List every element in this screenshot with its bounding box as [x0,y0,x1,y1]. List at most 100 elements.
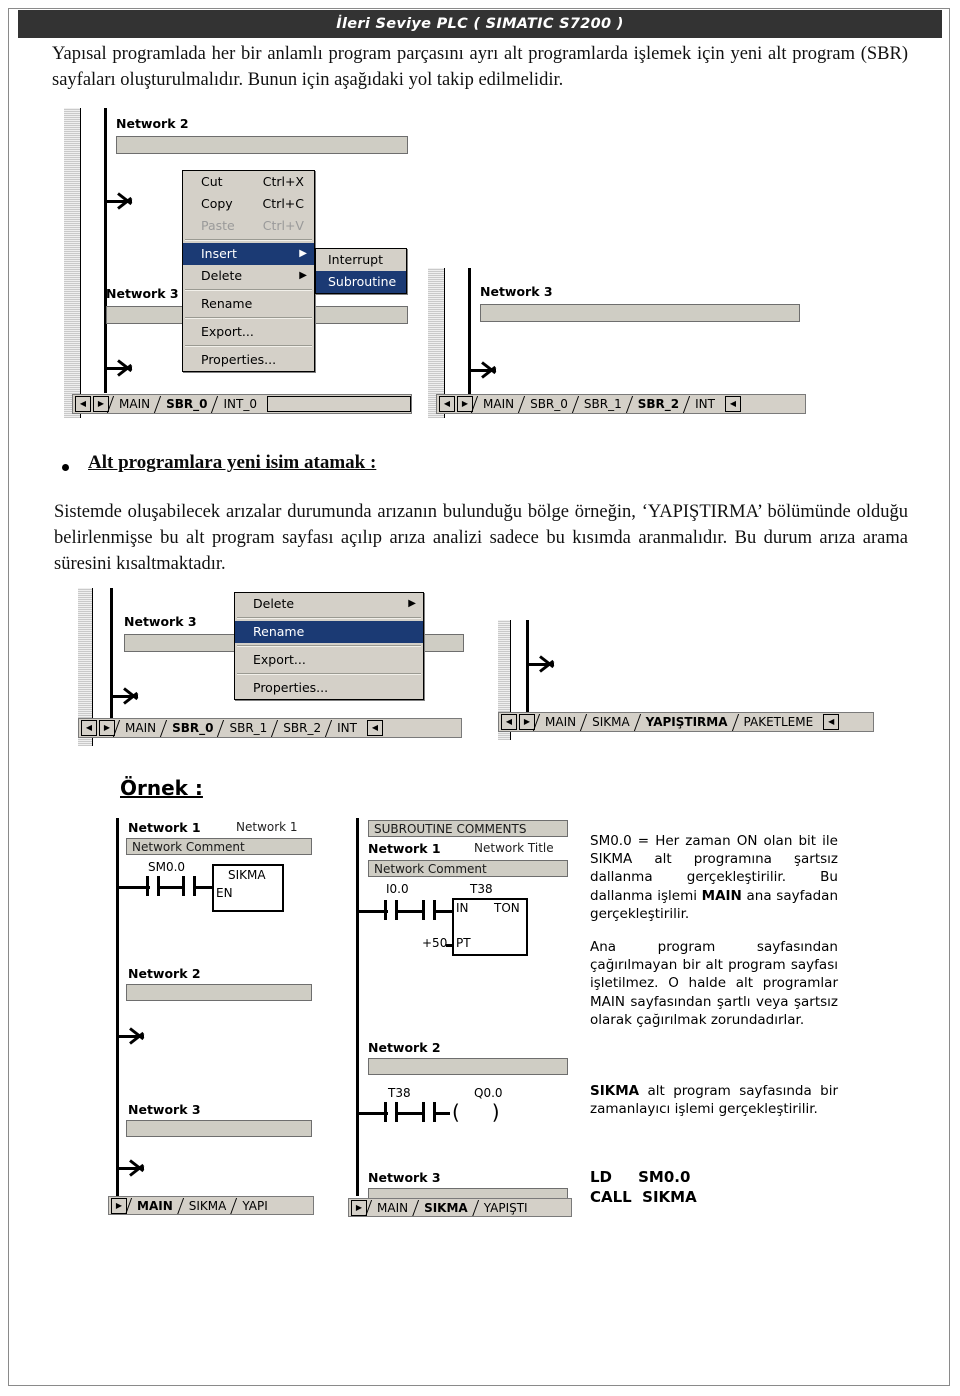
tab-scroll-right-button[interactable]: ▶ [99,720,115,736]
network-2-jump-arrow [118,1027,148,1045]
timer-label-t38: T38 [470,882,493,896]
tab-yapistirma[interactable]: YAPI [232,1199,273,1213]
insert-submenu[interactable]: Interrupt Subroutine [315,248,407,294]
subroutine-comments-bar[interactable]: SUBROUTINE COMMENTS [368,820,568,837]
tab-paketleme[interactable]: PAKETLEME [734,715,820,729]
menu-item-rename[interactable]: Rename [183,293,314,315]
network-1-comment-text: Network Comment [374,862,487,876]
tab-strip[interactable]: ▶ MAIN SIKMA YAPI [108,1196,314,1215]
context-menu[interactable]: Cut Ctrl+X Copy Ctrl+C Paste Ctrl+V Inse… [182,170,315,372]
tab-int[interactable]: INT [327,721,363,735]
menu-item-rename[interactable]: Rename [235,621,423,643]
network-2-comment-bar[interactable] [126,984,312,1001]
network-3-comment-bar[interactable] [126,1120,312,1137]
tab-sbr-1[interactable]: SBR_1 [574,397,628,411]
tab-scroll-left-button[interactable]: ◀ [501,714,517,730]
tab-sikma[interactable]: SIKMA [582,715,636,729]
rung-wire [398,1112,424,1115]
menu-item-delete[interactable]: Delete ▶ [183,265,314,287]
network-1-comment-bar[interactable]: Network Comment [126,838,312,855]
tab-scroll-more-button[interactable]: ◀ [366,720,383,736]
tab-scroll-right-button[interactable]: ▶ [519,714,535,730]
tab-yapistirma-label: YAPIŞTI [483,1200,528,1215]
tab-yapistirma[interactable]: YAPIŞTIRMA [636,715,734,729]
rung-wire [398,910,424,913]
tab-scroll-right-button[interactable]: ▶ [457,396,473,412]
tab-strip[interactable]: ◀ ▶ MAIN SBR_0 INT_0 [72,394,412,414]
tab-scroll-right-button[interactable]: ▶ [93,396,109,412]
network-2-jump-arrow [106,192,136,210]
note-1-emphasis-main: MAIN [701,887,742,904]
menu-item-cut[interactable]: Cut Ctrl+X [183,171,314,193]
menu-item-export[interactable]: Export... [235,649,423,671]
tab-sbr-0[interactable]: SBR_0 [156,397,213,411]
menu-item-insert-label: Insert [201,246,237,261]
tab-main[interactable]: MAIN [473,397,520,411]
tab-strip[interactable]: ◀ ▶ MAIN SIKMA YAPIŞTIRMA PAKETLEME ◀ [498,712,874,732]
tab-sbr-2[interactable]: SBR_2 [628,397,685,411]
submenu-item-interrupt[interactable]: Interrupt [316,249,406,271]
network-1-comment-bar[interactable]: Network Comment [368,860,568,877]
tab-sbr-0-label: SBR_0 [166,397,208,411]
context-menu[interactable]: Delete ▶ Rename Export... Properties... [234,592,424,700]
contact-i00[interactable] [384,900,398,920]
tab-main[interactable]: MAIN [127,1199,179,1213]
tab-main[interactable]: MAIN [535,715,582,729]
menu-item-copy[interactable]: Copy Ctrl+C [183,193,314,215]
contact-second[interactable] [182,876,196,896]
menu-item-insert[interactable]: Insert ▶ [183,243,314,265]
tab-yapistirma[interactable]: YAPIŞTI [474,1201,534,1215]
submenu-item-subroutine-label: Subroutine [328,274,397,289]
example-stl-code: LD SM0.0 CALL SIKMA [590,1168,697,1206]
tab-sbr-0[interactable]: SBR_0 [162,721,219,735]
menu-item-properties[interactable]: Properties... [183,349,314,371]
network-3-comment-bar[interactable] [480,304,800,322]
network-2-comment-bar[interactable] [116,136,408,154]
tab-sikma[interactable]: SIKMA [179,1199,233,1213]
menu-item-export[interactable]: Export... [183,321,314,343]
tab-scroll-more-button[interactable]: ◀ [724,396,741,412]
contact-second[interactable] [422,1102,436,1122]
output-coil-q00[interactable]: ( ) [452,1102,514,1122]
network-2-comment-bar[interactable] [368,1058,568,1075]
tab-scroll-left-button[interactable]: ◀ [439,396,455,412]
tab-scroll-more-button[interactable]: ◀ [823,714,840,730]
contact-t38[interactable] [384,1102,398,1122]
tab-sbr-0[interactable]: SBR_0 [520,397,574,411]
timer-type-label: TON [494,901,520,915]
tab-sbr-2-label: SBR_2 [283,721,322,735]
bullet-point-icon [62,464,69,471]
coil-label-q00: Q0.0 [474,1086,503,1100]
tab-int-0[interactable]: INT_0 [213,397,262,411]
tab-sbr-1[interactable]: SBR_1 [219,721,273,735]
contact-label-t38: T38 [388,1086,411,1100]
contact-second[interactable] [422,900,436,920]
tab-sbr-2[interactable]: SBR_2 [273,721,327,735]
tab-main[interactable]: MAIN [367,1201,414,1215]
menu-separator [185,345,312,347]
tab-strip[interactable]: ◀ ▶ MAIN SBR_0 SBR_1 SBR_2 INT ◀ [436,394,806,414]
tab-scroll-left-button[interactable]: ◀ [81,720,97,736]
tab-main[interactable]: MAIN [115,721,162,735]
menu-item-delete[interactable]: Delete ▶ [235,593,423,615]
tab-strip[interactable]: ▶ MAIN SIKMA YAPIŞTI [348,1198,572,1217]
menu-separator [185,317,312,319]
contact-sm00[interactable] [146,876,160,896]
submenu-item-subroutine[interactable]: Subroutine [316,271,406,293]
editor-gutter [64,108,81,418]
subroutine-comments-text: SUBROUTINE COMMENTS [374,822,527,836]
tab-sbr-1-label: SBR_1 [583,397,622,411]
network-1-label: Network 1 [128,820,201,835]
tab-scroll-left-button[interactable]: ◀ [75,396,91,412]
tab-scroll-right-button[interactable]: ▶ [351,1199,367,1216]
tab-yapistirma-label: YAPIŞTIRMA [645,715,728,729]
tab-strip[interactable]: ◀ ▶ MAIN SBR_0 SBR_1 SBR_2 INT ◀ [78,718,462,738]
ladder-power-rail [116,818,119,1196]
tab-sikma[interactable]: SIKMA [414,1201,474,1215]
menu-item-properties[interactable]: Properties... [235,677,423,699]
tab-main[interactable]: MAIN [109,397,156,411]
network-3-label: Network 3 [128,1102,201,1117]
network-3-label: Network 3 [480,284,553,299]
tab-int[interactable]: INT [685,397,721,411]
tab-scroll-right-button[interactable]: ▶ [111,1197,127,1214]
